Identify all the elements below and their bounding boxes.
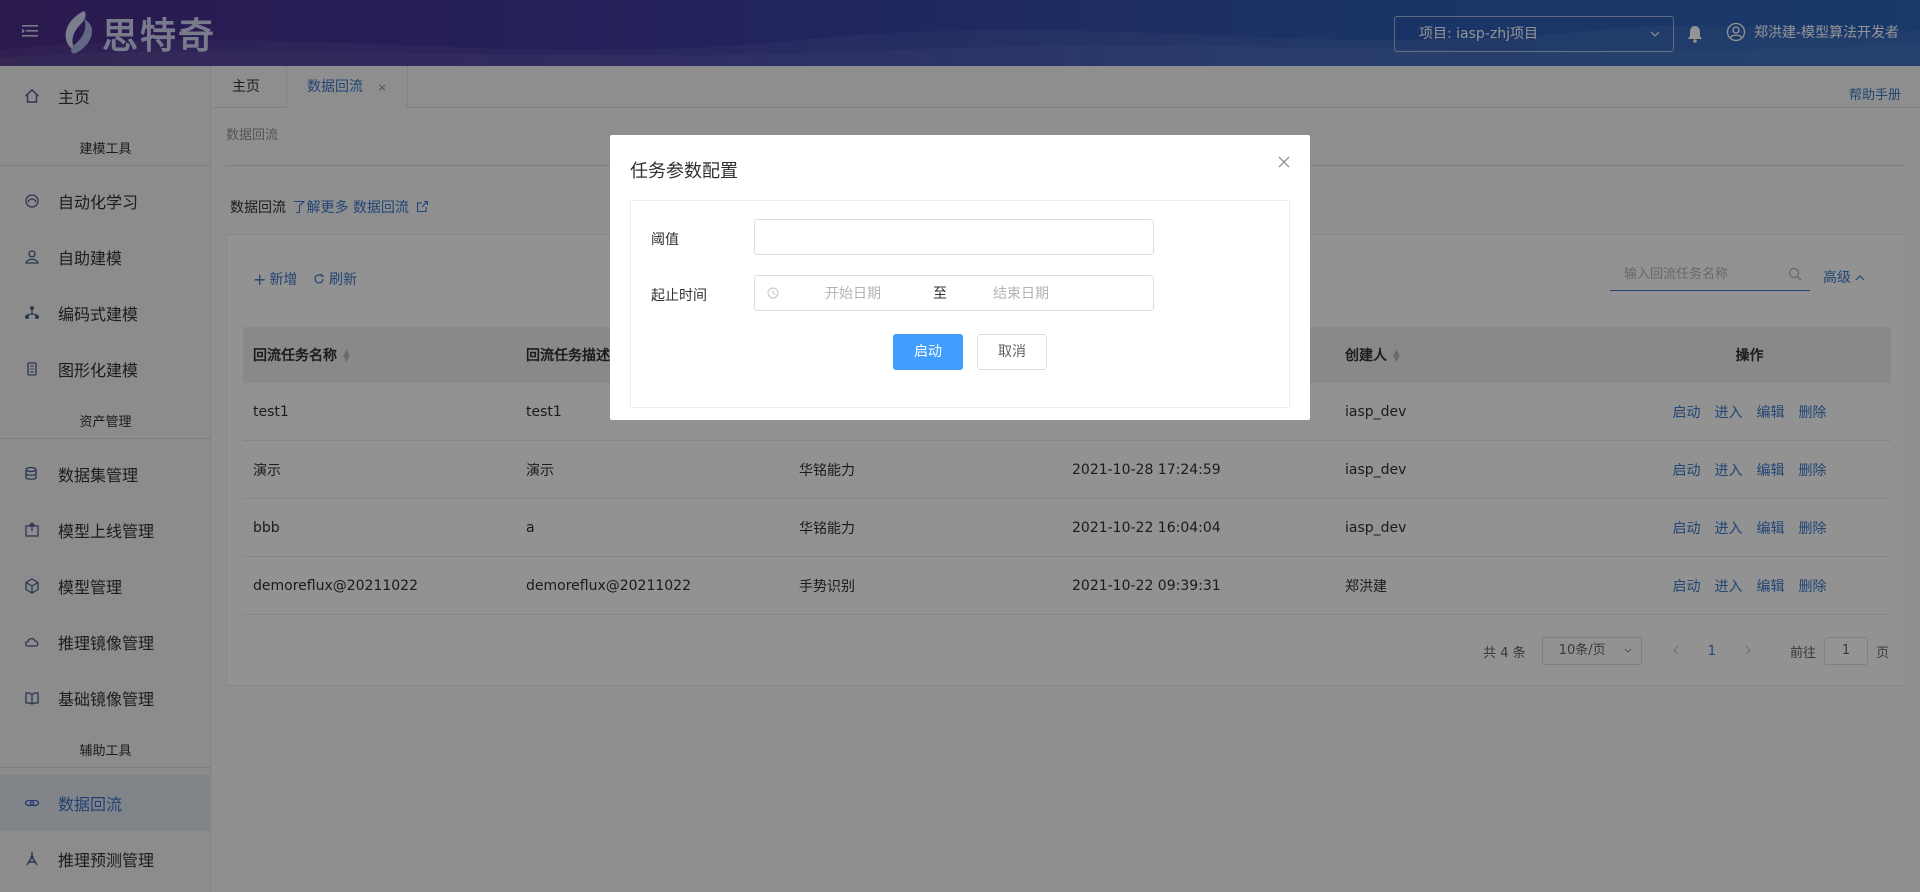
date-range-picker[interactable]: 开始日期 至 结束日期: [754, 275, 1154, 311]
threshold-input[interactable]: [754, 219, 1154, 255]
task-config-dialog: 任务参数配置 阈值 起止时间 开始日期 至 结束日期 启动 取消: [610, 135, 1310, 420]
dialog-title: 任务参数配置: [630, 161, 738, 182]
clock-icon: [767, 287, 779, 299]
cancel-button[interactable]: 取消: [977, 334, 1047, 370]
time-range-label: 起止时间: [651, 288, 707, 304]
close-icon[interactable]: [1278, 153, 1290, 172]
modal-overlay[interactable]: [0, 0, 1920, 892]
start-date-input[interactable]: 开始日期: [825, 283, 881, 303]
threshold-label: 阈值: [651, 232, 679, 248]
end-date-input[interactable]: 结束日期: [993, 283, 1049, 303]
range-separator: 至: [933, 286, 947, 302]
dialog-form: 阈值 起止时间 开始日期 至 结束日期 启动 取消: [630, 200, 1290, 408]
start-button[interactable]: 启动: [893, 334, 963, 370]
